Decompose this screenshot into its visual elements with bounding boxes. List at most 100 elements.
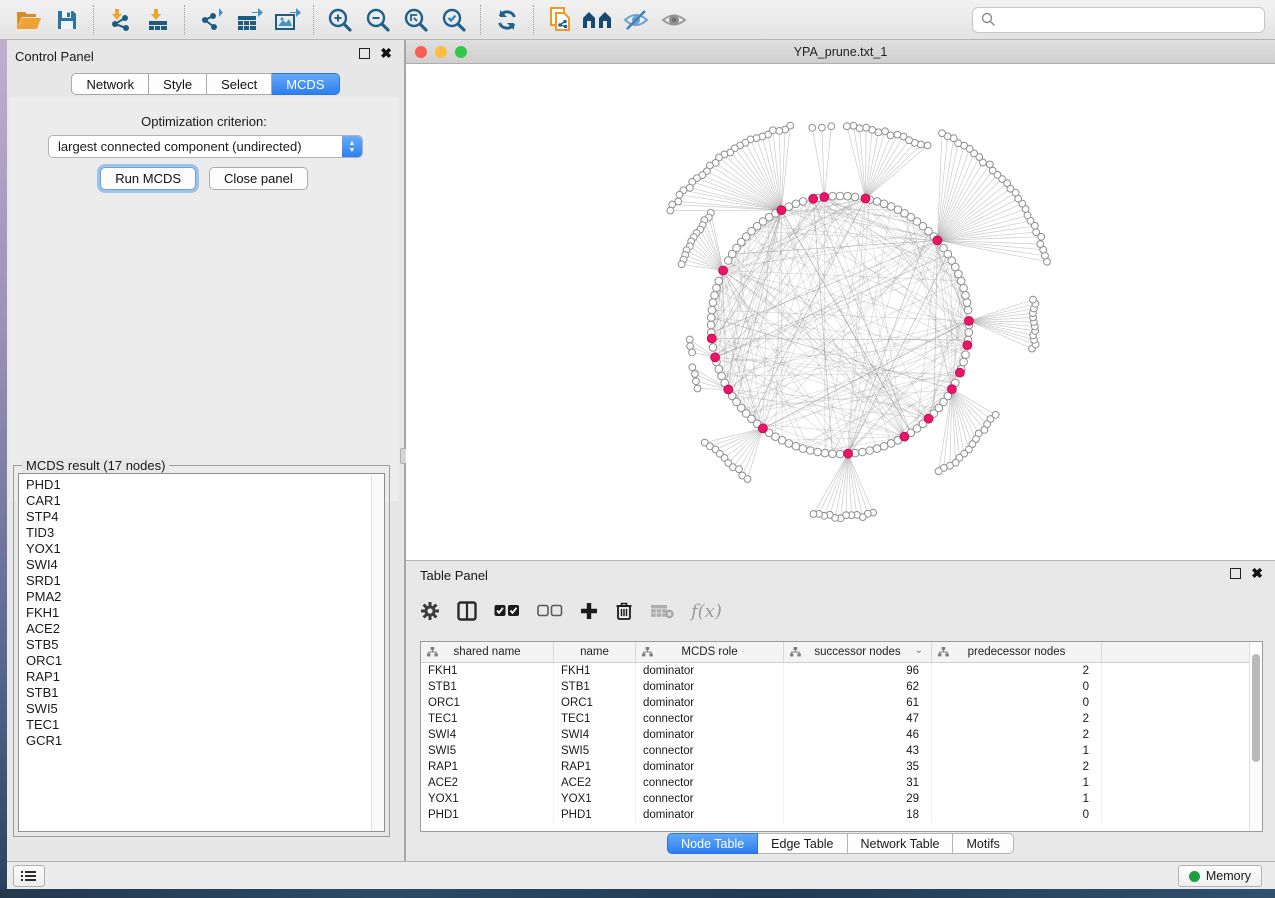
table-vertical-scrollbar[interactable] [1249,642,1262,831]
run-mcds-button[interactable]: Run MCDS [100,167,196,190]
close-panel-button[interactable]: Close panel [209,167,308,190]
tab-network-table[interactable]: Network Table [848,833,954,854]
mcds-result-item[interactable]: FKH1 [26,605,384,621]
mcds-result-listbox[interactable]: PHD1CAR1STP4TID3YOX1SWI4SRD1PMA2FKH1ACE2… [18,473,385,832]
add-row-button[interactable] [580,602,598,620]
columns-icon [457,601,477,621]
import-table-button[interactable] [139,3,177,37]
column-header-MCDS-role[interactable]: MCDS role [636,642,784,662]
search-input[interactable] [1001,13,1256,27]
table-row[interactable]: SWI5SWI5connector431 [421,743,1249,759]
toolbar-separator [480,5,481,35]
panel-menu-button[interactable] [13,865,45,887]
first-neighbors-button[interactable] [579,3,617,37]
cell-MCDS-role: dominator [636,679,784,695]
zoom-selected-button[interactable] [435,3,473,37]
tab-style[interactable]: Style [149,73,207,95]
table-row[interactable]: YOX1YOX1connector291 [421,791,1249,807]
column-header-name[interactable]: name [554,642,636,662]
tab-node-table[interactable]: Node Table [667,833,758,854]
table-row[interactable]: TEC1TEC1connector472 [421,711,1249,727]
list-icon [21,870,37,882]
export-image-button[interactable] [268,3,306,37]
table-row[interactable]: ORC1ORC1dominator610 [421,695,1249,711]
select-all-button[interactable] [494,604,520,618]
cell-predecessor-nodes: 0 [932,807,1102,823]
control-panel-header: Control Panel ✖ [7,40,404,70]
mcds-result-item[interactable]: STB5 [26,637,384,653]
hide-selected-button[interactable] [617,3,655,37]
mcds-result-item[interactable]: PHD1 [26,477,384,493]
close-panel-icon[interactable]: ✖ [1251,568,1263,579]
node-table[interactable]: shared namenameMCDS rolesuccessor nodes⌄… [420,641,1263,832]
column-header-shared-name[interactable]: shared name [421,642,554,662]
open-file-button[interactable] [10,3,48,37]
mcds-result-item[interactable]: PMA2 [26,589,384,605]
tab-edge-table[interactable]: Edge Table [758,833,847,854]
mcds-result-item[interactable]: RAP1 [26,669,384,685]
mcds-result-item[interactable]: YOX1 [26,541,384,557]
delete-row-button[interactable] [615,601,633,621]
cell-name: SWI4 [554,727,636,743]
show-columns-button[interactable] [457,601,477,621]
close-panel-icon[interactable]: ✖ [380,48,392,59]
cell-name: STB1 [554,679,636,695]
scrollbar-thumb[interactable] [1252,654,1260,762]
mcds-result-item[interactable]: SRD1 [26,573,384,589]
column-header-successor-nodes[interactable]: successor nodes⌄ [784,642,932,662]
mcds-result-item[interactable]: CAR1 [26,493,384,509]
memory-button[interactable]: Memory [1178,865,1262,887]
network-window-titlebar[interactable]: YPA_prune.txt_1 [406,40,1275,64]
tab-network[interactable]: Network [71,73,149,95]
save-session-button[interactable] [48,3,86,37]
new-network-from-selection-button[interactable] [541,3,579,37]
refresh-view-button[interactable] [488,3,526,37]
mcds-result-item[interactable]: STB1 [26,685,384,701]
mcds-result-item[interactable]: STP4 [26,509,384,525]
table-row[interactable]: ACE2ACE2connector311 [421,775,1249,791]
control-panel-title: Control Panel [15,49,94,64]
deselect-all-button[interactable] [537,604,563,618]
search-field[interactable] [972,7,1265,33]
float-panel-icon[interactable] [359,48,370,59]
table-header-row: shared namenameMCDS rolesuccessor nodes⌄… [421,642,1249,663]
mcds-result-list: PHD1CAR1STP4TID3YOX1SWI4SRD1PMA2FKH1ACE2… [19,474,384,749]
optimization-criterion-select[interactable]: largest connected component (undirected)… [48,135,363,158]
cell-shared-name: ORC1 [421,695,554,711]
table-row[interactable]: FKH1FKH1dominator962 [421,663,1249,679]
mcds-result-item[interactable]: TID3 [26,525,384,541]
export-table-button[interactable] [230,3,268,37]
status-bar: Memory [7,861,1275,889]
column-header-predecessor-nodes[interactable]: predecessor nodes [932,642,1102,662]
mcds-result-item[interactable]: SWI5 [26,701,384,717]
mcds-result-item[interactable]: TEC1 [26,717,384,733]
table-row[interactable]: STB1STB1dominator620 [421,679,1249,695]
mcds-result-item[interactable]: ACE2 [26,621,384,637]
tab-motifs[interactable]: Motifs [953,833,1013,854]
table-settings-button[interactable] [420,601,440,621]
table-row[interactable]: SWI4SWI4dominator462 [421,727,1249,743]
export-network-button[interactable] [192,3,230,37]
tab-select[interactable]: Select [207,73,272,95]
cell-shared-name: RAP1 [421,759,554,775]
cell-shared-name: SWI5 [421,743,554,759]
import-network-button[interactable] [101,3,139,37]
new-network-from-selection-icon [548,7,572,33]
plus-icon [580,602,598,620]
mcds-result-item[interactable]: SWI4 [26,557,384,573]
save-floppy-icon [56,9,78,31]
zoom-in-button[interactable] [321,3,359,37]
table-row[interactable]: RAP1RAP1dominator352 [421,759,1249,775]
tab-mcds[interactable]: MCDS [272,73,339,95]
cell-predecessor-nodes: 2 [932,663,1102,679]
mcds-result-scrollbar[interactable] [371,474,384,831]
show-all-button[interactable] [655,3,693,37]
zoom-fit-button[interactable] [397,3,435,37]
network-view-window: YPA_prune.txt_1 [406,40,1275,560]
mcds-result-item[interactable]: ORC1 [26,653,384,669]
table-row[interactable]: PHD1PHD1dominator180 [421,807,1249,823]
float-panel-icon[interactable] [1230,568,1241,579]
zoom-out-button[interactable] [359,3,397,37]
mcds-result-item[interactable]: GCR1 [26,733,384,749]
network-canvas[interactable] [406,64,1275,560]
